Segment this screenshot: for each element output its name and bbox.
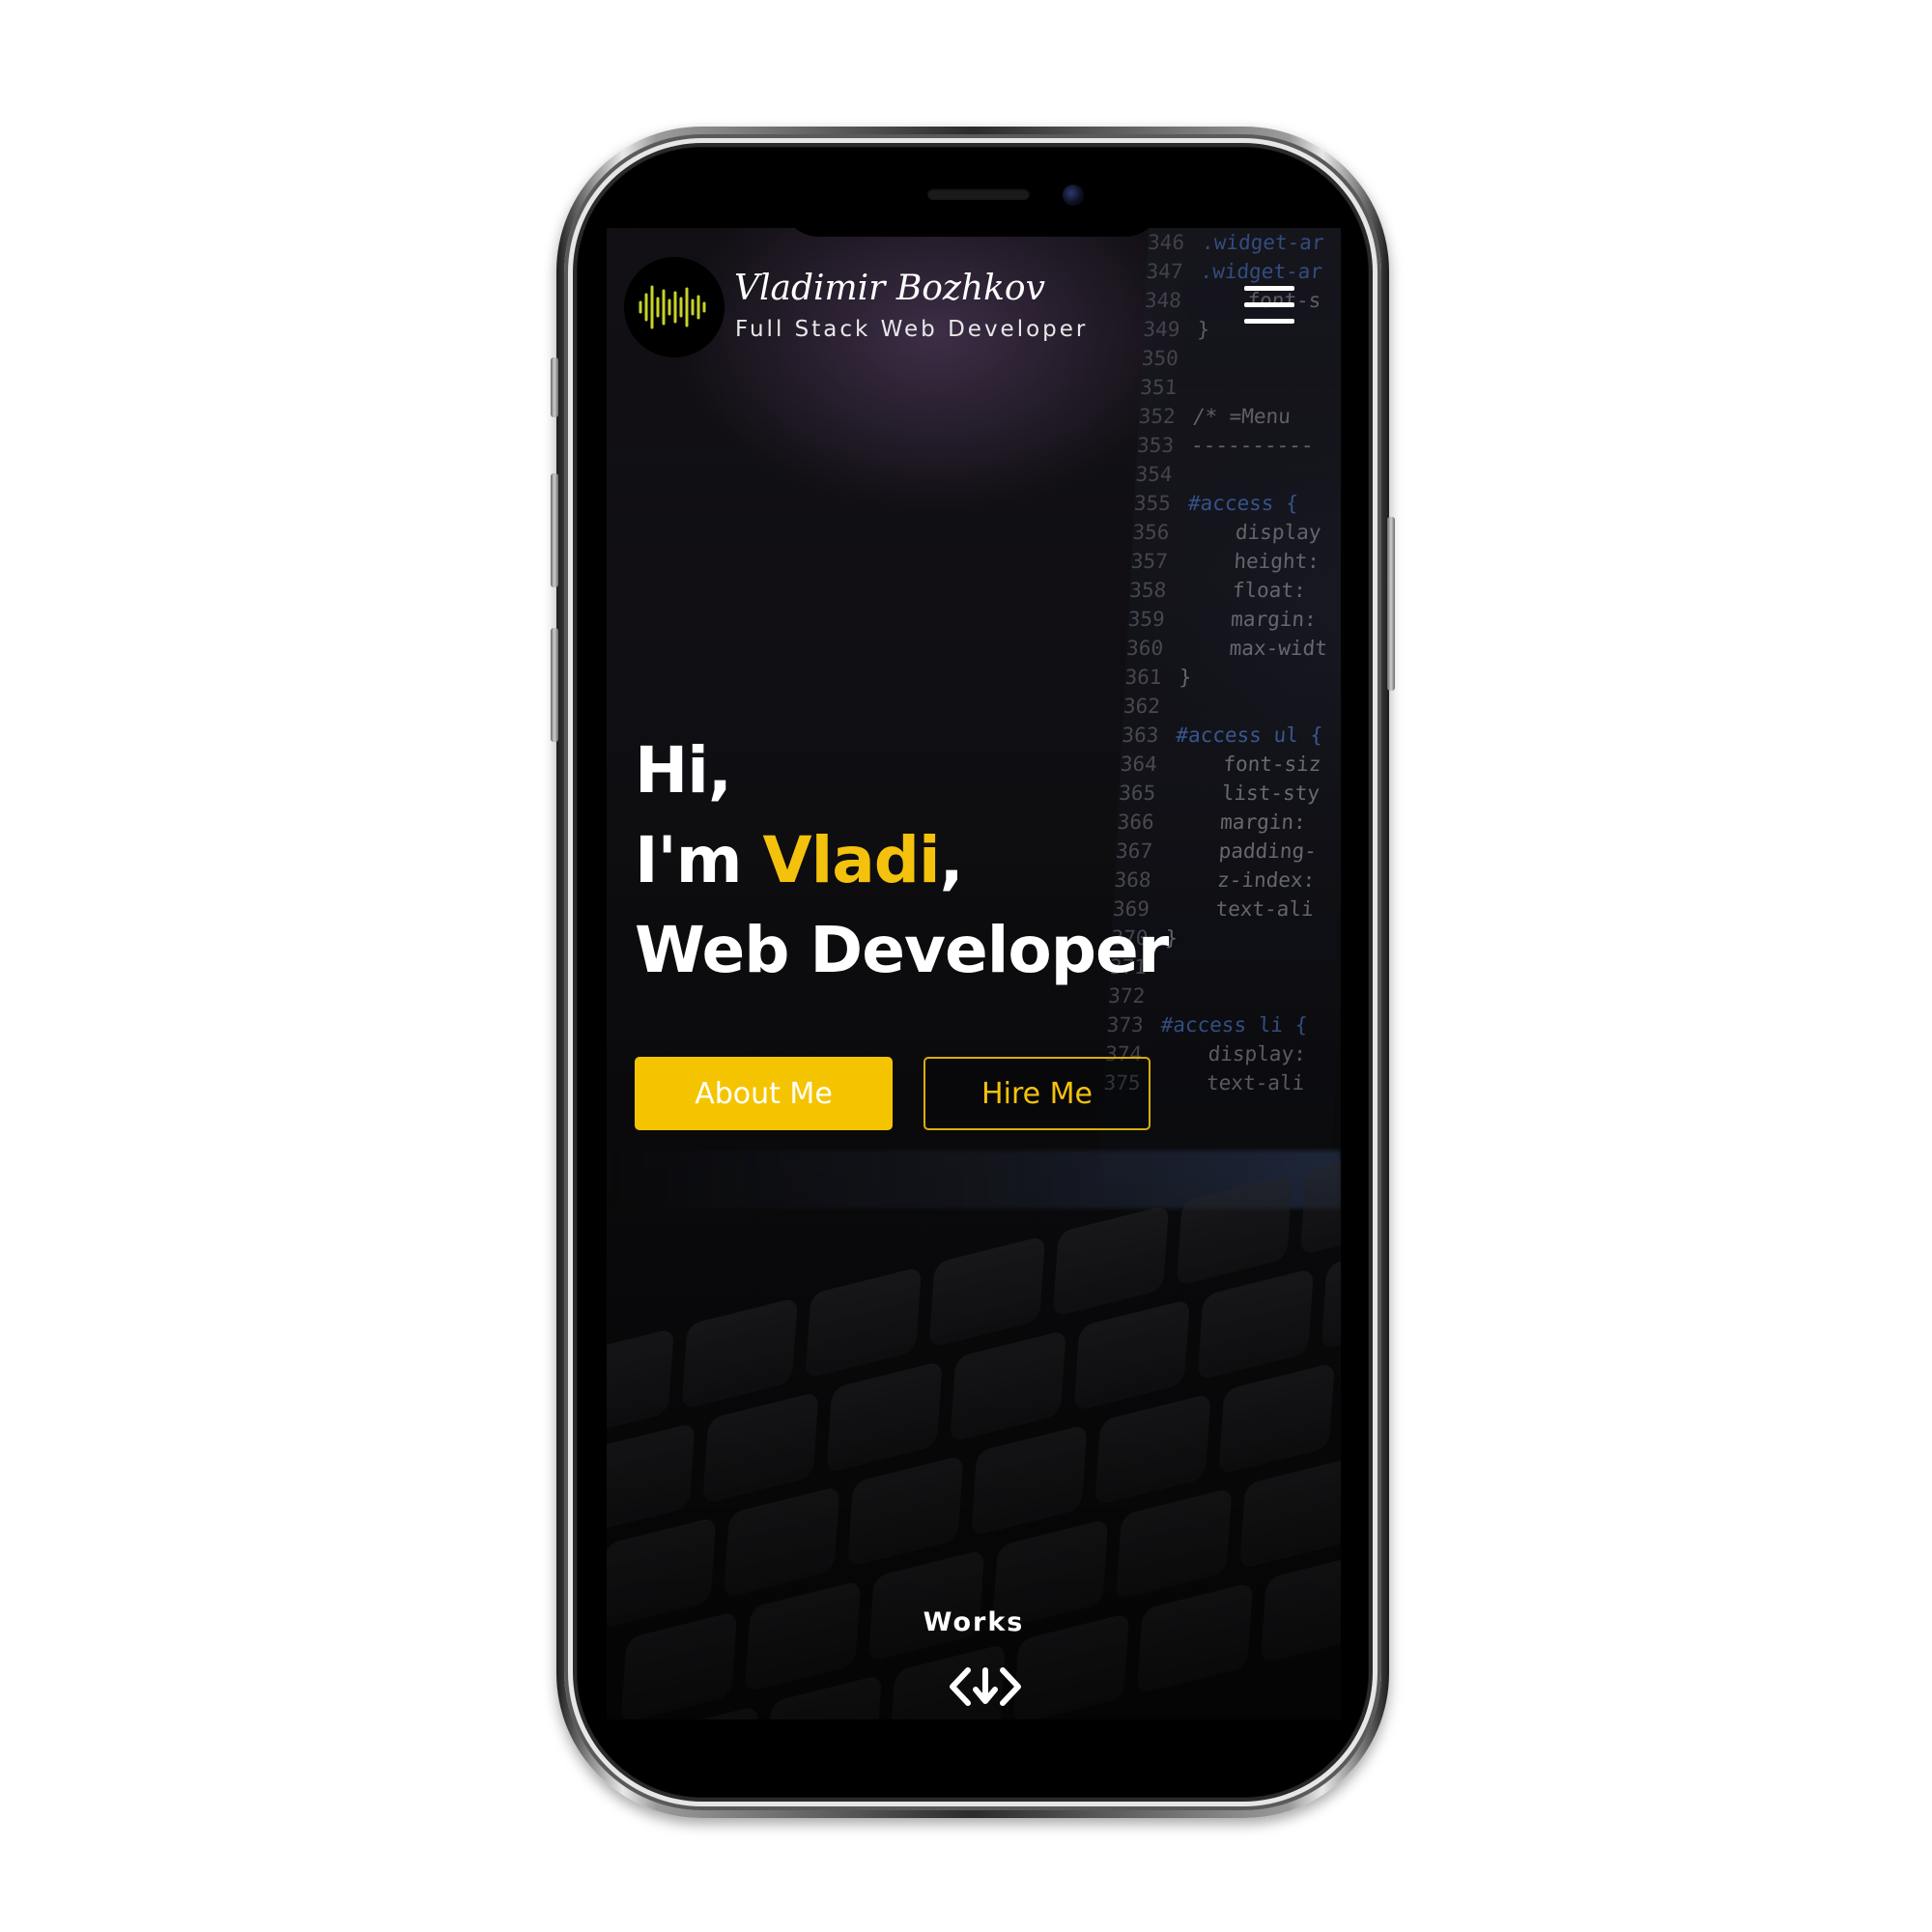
volume-down-button <box>551 628 558 742</box>
phone-screen: 346.widget-ar347.widget-ar348 font-s349}… <box>607 228 1341 1719</box>
hire-me-button[interactable]: Hire Me <box>923 1057 1151 1130</box>
power-button <box>1387 517 1395 691</box>
code-down-arrow-icon[interactable] <box>947 1662 1024 1711</box>
hero-line-2-suffix: , <box>939 823 964 897</box>
about-me-button[interactable]: About Me <box>635 1057 893 1130</box>
mute-switch <box>551 357 558 417</box>
volume-up-button <box>551 473 558 587</box>
hero-name-accent: Vladi <box>762 823 941 897</box>
hero-line-3: Web Developer <box>635 913 1169 987</box>
front-camera <box>1063 185 1084 206</box>
hero-line-2-prefix: I'm <box>635 823 763 897</box>
works-label[interactable]: Works <box>607 1607 1341 1637</box>
hero-line-1: Hi, <box>635 733 732 808</box>
sound-wave-icon <box>639 285 706 329</box>
logo[interactable] <box>624 257 724 357</box>
brand-name[interactable]: Vladimir Bozhkov <box>734 269 1045 308</box>
hero-line-2: I'm Vladi, <box>635 815 1168 905</box>
hamburger-menu-icon[interactable] <box>1244 286 1294 325</box>
brand-subtitle: Full Stack Web Developer <box>735 317 1089 342</box>
hero-heading: Hi, I'm Vladi, Web Developer <box>635 725 1169 995</box>
speaker-grille <box>927 188 1030 200</box>
